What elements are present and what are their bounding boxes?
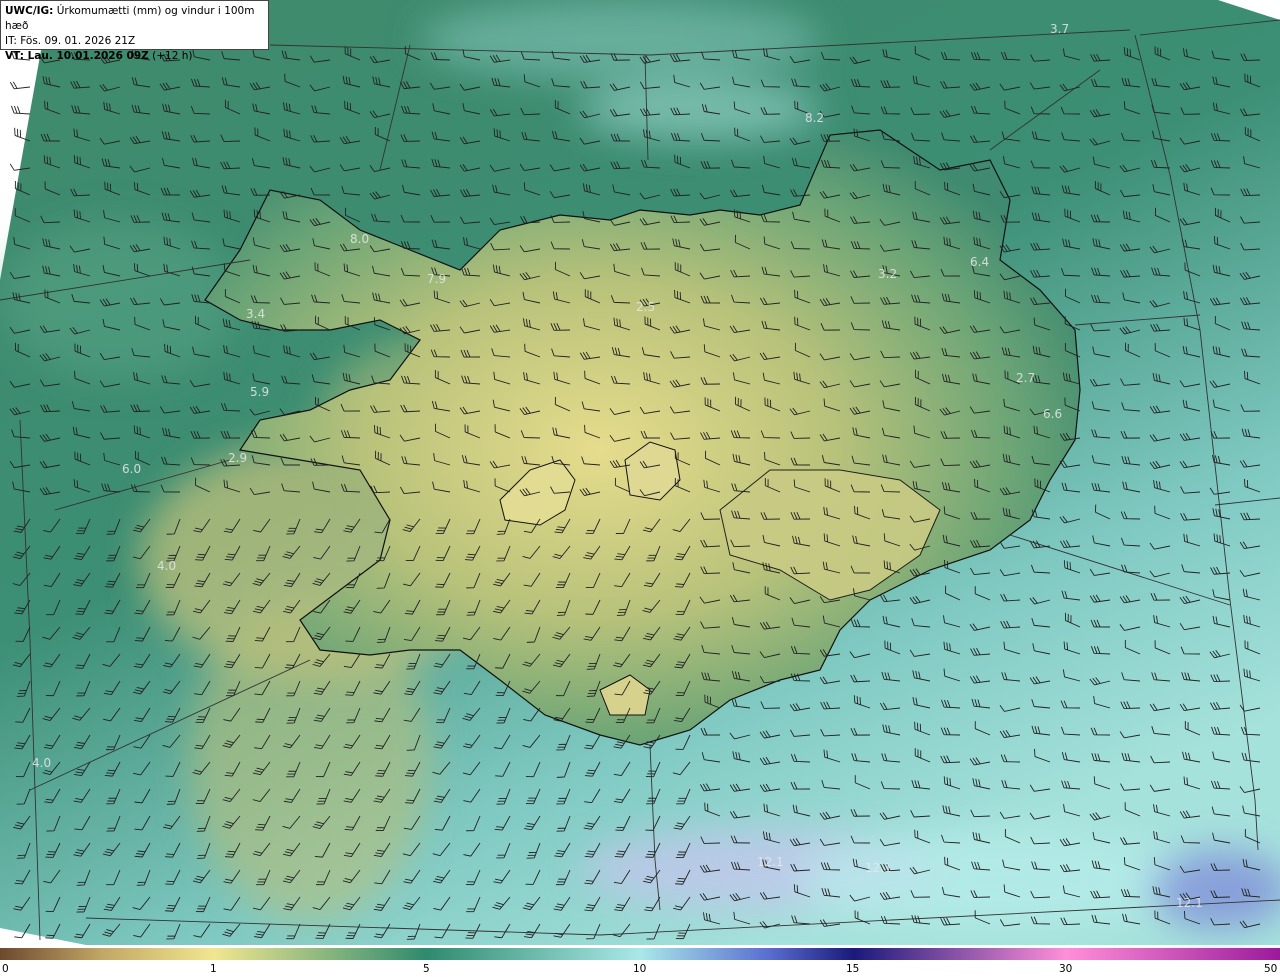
colorbar (0, 948, 1280, 960)
map-value: 7.9 (427, 272, 446, 286)
colorbar-tick: 15 (846, 963, 860, 975)
model-name: UWC/IG: (5, 5, 54, 17)
wind-barb (11, 105, 31, 115)
map-value: 12.1 (1176, 896, 1203, 910)
map-value: 6.0 (122, 462, 141, 476)
colorbar-tick: 5 (423, 963, 430, 975)
map-value: 2.5 (636, 300, 655, 314)
precipitation-map: 3.7 8.2 8.0 7.9 3.4 2.5 3.2 6.4 5.9 2.7 … (0, 0, 1280, 960)
map-value: 4.0 (32, 756, 51, 770)
map-value: 8.2 (805, 111, 824, 125)
map-value: 4.0 (157, 559, 176, 573)
map-value: 3.7 (1050, 22, 1069, 36)
map-value: 6.6 (1043, 407, 1062, 421)
colorbar-tick: 10 (633, 963, 647, 975)
map-value: 12.1 (865, 861, 892, 875)
map-value: 6.4 (970, 255, 989, 269)
colorbar-tick: 30 (1059, 963, 1073, 975)
map-value: 2.9 (228, 451, 247, 465)
forecast-hour: (+12 h) (152, 50, 193, 62)
map-header: UWC/IG: Úrkomumætti (mm) og vindur i 100… (0, 0, 269, 62)
init-time: IT: Fös. 09. 01. 2026 21Z (5, 35, 136, 47)
valid-time: VT: Lau. 10.01.2026 09Z (5, 50, 149, 62)
map-value: 5.9 (250, 385, 269, 399)
map-value: 2.7 (1016, 371, 1035, 385)
wind-barb (9, 81, 31, 90)
colorbar-tick: 1 (210, 963, 217, 975)
map-value: 8.0 (350, 232, 369, 246)
map-value: 3.4 (246, 307, 265, 321)
colorbar-tick: 50 (1264, 963, 1278, 975)
map-value: 12.1 (757, 855, 784, 869)
map-value: 3.2 (878, 267, 897, 281)
colorbar-tick: 0 (2, 963, 9, 975)
